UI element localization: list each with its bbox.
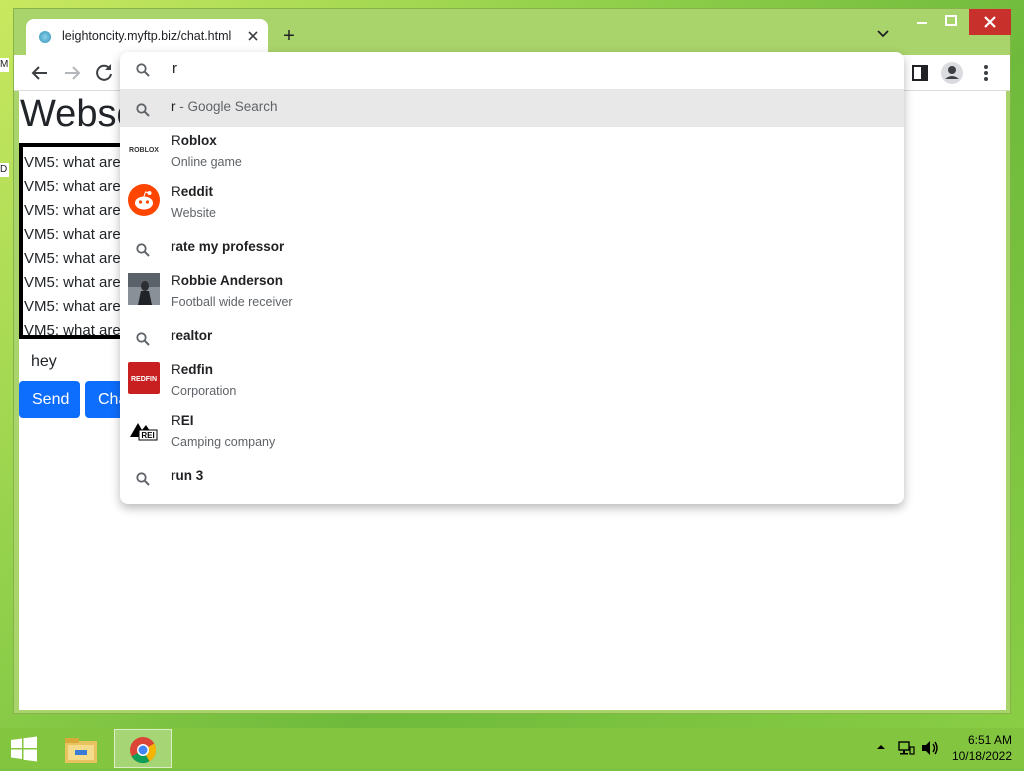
suggestion-typed-text: R	[171, 413, 181, 428]
omnibox-dropdown: r r - Google Search ROBLOX Roblox Online ga…	[120, 52, 904, 504]
rei-logo-text: REI	[141, 431, 154, 440]
tab-title: leightoncity.myftp.biz/chat.html	[62, 29, 232, 43]
suggestion-completion-text: un 3	[175, 468, 204, 483]
suggestion-text: r - Google Search	[171, 99, 278, 114]
suggestion-subtitle: Website	[171, 206, 216, 220]
forward-arrow-icon[interactable]	[60, 61, 84, 85]
omnibox-suggestion[interactable]: r - Google Search	[120, 89, 904, 127]
address-bar[interactable]: r	[120, 52, 904, 88]
search-icon	[136, 103, 150, 122]
roblox-logo-text: ROBLOX	[129, 147, 159, 154]
send-button[interactable]: Send	[19, 381, 80, 418]
volume-icon[interactable]	[920, 739, 940, 757]
search-icon	[136, 472, 150, 491]
roblox-logo: ROBLOX	[128, 133, 160, 165]
suggestion-subtitle: Football wide receiver	[171, 295, 293, 309]
reload-icon[interactable]	[92, 61, 116, 85]
profile-avatar-icon[interactable]	[940, 61, 964, 85]
tab-close-icon[interactable]	[244, 27, 262, 45]
chrome-icon	[130, 737, 157, 764]
tray-date: 10/18/2022	[951, 749, 1012, 763]
omnibox-suggestion[interactable]: rate my professor	[120, 229, 904, 267]
suggestion-completion-text: oblox	[180, 133, 217, 148]
suggestion-typed-text: R	[171, 184, 181, 199]
favicon-icon	[39, 31, 51, 43]
suggestion-text: Redfin	[171, 362, 213, 377]
suggestion-completion-text: - Google Search	[175, 99, 278, 114]
suggestion-subtitle: Online game	[171, 155, 242, 169]
tray-time: 6:51 AM	[967, 733, 1012, 747]
browser-tab[interactable]: leightoncity.myftp.biz/chat.html	[26, 19, 268, 55]
omnibox-suggestion[interactable]: ROBLOX Roblox Online game	[120, 127, 904, 178]
windows-start-icon[interactable]	[10, 736, 38, 762]
omnibox-suggestion[interactable]: REDFIN Redfin Corporation	[120, 356, 904, 407]
side-panel-icon[interactable]	[908, 61, 932, 85]
suggestion-completion-text: ate my professor	[175, 239, 285, 254]
redfin-logo: REDFIN	[128, 362, 160, 394]
suggestion-completion-text: edfin	[180, 362, 213, 377]
new-tab-button[interactable]: +	[278, 26, 300, 48]
suggestion-text: realtor	[171, 328, 212, 343]
suggestion-text: REI	[171, 413, 194, 428]
suggestion-typed-text: R	[171, 273, 181, 288]
suggestion-text: run 3	[171, 468, 203, 483]
suggestion-subtitle: Corporation	[171, 384, 237, 398]
suggestion-completion-text: ealtor	[175, 328, 213, 343]
taskbar: 6:51 AM 10/18/2022	[0, 728, 1024, 768]
suggestion-subtitle: Camping company	[171, 435, 276, 449]
suggestion-text: Robbie Anderson	[171, 273, 283, 288]
menu-kebab-icon[interactable]	[974, 61, 998, 85]
redfin-logo-text: REDFIN	[131, 376, 157, 383]
tray-chevron-up-icon[interactable]	[874, 740, 888, 754]
suggestion-text: Roblox	[171, 133, 217, 148]
tab-strip: leightoncity.myftp.biz/chat.html +	[14, 9, 1011, 55]
tray-clock[interactable]: 6:51 AM 10/18/2022	[952, 732, 1012, 764]
close-window-button[interactable]	[969, 9, 1011, 35]
search-icon	[136, 63, 150, 82]
address-bar-text[interactable]: r	[172, 60, 177, 77]
back-arrow-icon[interactable]	[28, 61, 52, 85]
desktop-icon-label: D	[0, 163, 9, 177]
tab-search-chevron-icon[interactable]	[876, 27, 896, 47]
suggestion-text: rate my professor	[171, 239, 284, 254]
reddit-logo	[128, 184, 160, 216]
omnibox-suggestion[interactable]: realtor	[120, 318, 904, 356]
suggestion-typed-text: R	[171, 362, 181, 377]
network-icon[interactable]	[897, 739, 915, 757]
suggestion-typed-text: R	[171, 133, 181, 148]
omnibox-suggestion[interactable]: Reddit Website	[120, 178, 904, 229]
rei-logo: REI	[128, 413, 160, 445]
chrome-taskbar-button[interactable]	[114, 729, 172, 768]
desktop-icon-label: M	[0, 58, 9, 72]
search-icon	[136, 332, 150, 351]
file-explorer-icon[interactable]	[62, 732, 100, 766]
suggestion-completion-text: EI	[180, 413, 194, 428]
maximize-button[interactable]	[934, 9, 968, 35]
suggestion-completion-text: eddit	[180, 184, 213, 199]
omnibox-suggestion[interactable]: Robbie Anderson Football wide receiver	[120, 267, 904, 318]
person-photo	[128, 273, 160, 305]
omnibox-suggestion[interactable]: run 3	[120, 458, 904, 496]
suggestion-completion-text: obbie Anderson	[180, 273, 284, 288]
omnibox-suggestion[interactable]: REI REI Camping company	[120, 407, 904, 458]
suggestion-text: Reddit	[171, 184, 213, 199]
search-icon	[136, 243, 150, 262]
